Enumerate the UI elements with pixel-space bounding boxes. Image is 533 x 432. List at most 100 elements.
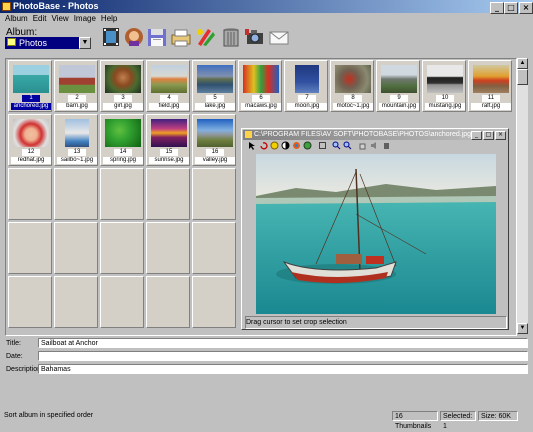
thumbnail-image[interactable] [13, 119, 49, 147]
thumbnail-image[interactable] [335, 65, 371, 93]
scroll-thumb[interactable] [517, 69, 528, 85]
thumbnail-item[interactable]: 11 raft.jpg [468, 60, 512, 112]
thumbnail-filename[interactable]: barn.jpg [57, 103, 97, 110]
film-frame-icon[interactable] [100, 26, 122, 48]
thumbnail-filename[interactable]: moon.jpg [287, 103, 327, 110]
thumbnail-item[interactable]: 16 valley.jpg [192, 114, 236, 166]
thumbnail-filename[interactable]: sailbo~1.jpg [57, 157, 97, 164]
thumbnail-filename[interactable]: spring.jpg [103, 157, 143, 164]
thumbnail-image[interactable] [105, 119, 141, 147]
zoom-out-icon[interactable] [343, 141, 352, 150]
thumbnail-image[interactable] [427, 65, 463, 93]
color-balance-icon[interactable] [292, 141, 301, 150]
thumbnail-image[interactable] [243, 65, 279, 93]
speaker-icon[interactable] [370, 141, 379, 150]
thumbnail-item[interactable]: 15 sunrise.jpg [146, 114, 190, 166]
empty-thumbnail-slot [8, 168, 52, 220]
thumbnail-item[interactable]: 13 sailbo~1.jpg [54, 114, 98, 166]
trash-can-icon[interactable] [220, 26, 242, 48]
image-preview-window[interactable]: C:\PROGRAM FILES\AV SOFT\PHOTOBASE\PHOTO… [241, 128, 509, 330]
preview-image[interactable] [256, 154, 496, 314]
thumbnail-image[interactable] [65, 119, 89, 147]
hand-icon[interactable] [358, 141, 367, 150]
scroll-up-button[interactable]: ▲ [517, 58, 528, 69]
thumbnail-image[interactable] [151, 119, 187, 147]
thumbnail-number: 4 [160, 95, 178, 102]
thumbnail-item[interactable]: 8 motoc~1.jpg [330, 60, 374, 112]
thumbnail-image[interactable] [473, 65, 509, 93]
preview-maximize-button[interactable]: □ [483, 131, 494, 140]
thumbnail-number: 7 [298, 95, 316, 102]
chevron-down-icon[interactable]: ▼ [79, 37, 91, 49]
thumbnail-filename[interactable]: macaws.jpg [241, 103, 281, 110]
thumbnail-item[interactable]: 4 field.jpg [146, 60, 190, 112]
crop-icon[interactable] [318, 141, 327, 150]
thumbnail-image[interactable] [151, 65, 187, 93]
camera-icon[interactable] [244, 26, 266, 48]
empty-thumbnail-slot [192, 276, 236, 328]
thumbnail-filename[interactable]: mustang.jpg [425, 103, 465, 110]
preview-app-icon [245, 131, 252, 138]
paint-tools-icon[interactable] [194, 26, 216, 48]
thumbnail-filename[interactable]: anchored.jpg [11, 103, 51, 110]
preview-minimize-button[interactable]: _ [471, 131, 482, 140]
floppy-disk-icon[interactable] [146, 26, 168, 48]
thumbnail-number: 11 [482, 95, 500, 102]
thumbnail-image[interactable] [197, 119, 233, 147]
thumbnail-item[interactable]: 7 moon.jpg [284, 60, 328, 112]
thumbnail-filename[interactable]: lake.jpg [195, 103, 235, 110]
contrast-icon[interactable] [281, 141, 290, 150]
thumbnail-image[interactable] [381, 65, 417, 93]
empty-thumbnail-slot [54, 222, 98, 274]
thumbnail-item[interactable]: 10 mustang.jpg [422, 60, 466, 112]
brightness-icon[interactable] [270, 141, 279, 150]
menu-album[interactable]: Album [5, 14, 28, 24]
thumbnail-filename[interactable]: girl.jpg [103, 103, 143, 110]
thumbnail-filename[interactable]: mountain.jpg [379, 103, 419, 110]
date-field[interactable] [38, 351, 528, 361]
thumbnail-item[interactable]: 3 girl.jpg [100, 60, 144, 112]
thumbnail-image[interactable] [59, 65, 95, 93]
thumbnail-image[interactable] [295, 65, 319, 93]
person-portrait-icon[interactable] [123, 26, 145, 48]
thumbnail-filename[interactable]: motoc~1.jpg [333, 103, 373, 110]
thumbnail-image[interactable] [197, 65, 233, 93]
vertical-scrollbar[interactable]: ▲ ▼ [517, 58, 528, 334]
preview-close-button[interactable]: × [495, 131, 506, 140]
thumbnail-item[interactable]: 6 macaws.jpg [238, 60, 282, 112]
rotate-icon[interactable] [259, 141, 268, 150]
menu-view[interactable]: View [51, 14, 68, 24]
menu-edit[interactable]: Edit [33, 14, 47, 24]
title-label: Title: [6, 340, 21, 347]
empty-thumbnail-slot [8, 222, 52, 274]
zoom-in-icon[interactable] [332, 141, 341, 150]
thumbnail-item[interactable]: 9 mountain.jpg [376, 60, 420, 112]
thumbnail-filename[interactable]: valley.jpg [195, 157, 235, 164]
thumbnail-filename[interactable]: redhat.jpg [11, 157, 51, 164]
hue-icon[interactable] [303, 141, 312, 150]
description-field[interactable]: Bahamas [38, 364, 528, 374]
trash-icon[interactable] [382, 141, 391, 150]
thumbnail-image[interactable] [13, 65, 49, 93]
thumbnail-filename[interactable]: sunrise.jpg [149, 157, 189, 164]
thumbnail-item[interactable]: 14 spring.jpg [100, 114, 144, 166]
status-message: Sort album in specified order [4, 412, 94, 419]
thumbnail-item[interactable]: 5 lake.jpg [192, 60, 236, 112]
thumbnail-item[interactable]: 2 barn.jpg [54, 60, 98, 112]
status-selected: Selected: 1 [440, 411, 476, 430]
thumbnail-image[interactable] [105, 65, 141, 93]
title-bar: PhotoBase - Photos _ □ × [0, 0, 533, 14]
scroll-down-button[interactable]: ▼ [517, 323, 528, 334]
album-icon [7, 38, 16, 46]
menu-help[interactable]: Help [101, 14, 117, 24]
thumbnail-filename[interactable]: field.jpg [149, 103, 189, 110]
menu-image[interactable]: Image [74, 14, 96, 24]
thumbnail-item[interactable]: 1 anchored.jpg [8, 60, 52, 112]
envelope-icon[interactable] [268, 26, 290, 48]
thumbnail-filename[interactable]: raft.jpg [471, 103, 511, 110]
title-field[interactable]: Sailboat at Anchor [38, 338, 528, 348]
thumbnail-item[interactable]: 12 redhat.jpg [8, 114, 52, 166]
printer-icon[interactable] [170, 26, 192, 48]
album-dropdown[interactable]: Photos ▼ [5, 37, 91, 49]
pointer-icon[interactable] [248, 141, 257, 150]
